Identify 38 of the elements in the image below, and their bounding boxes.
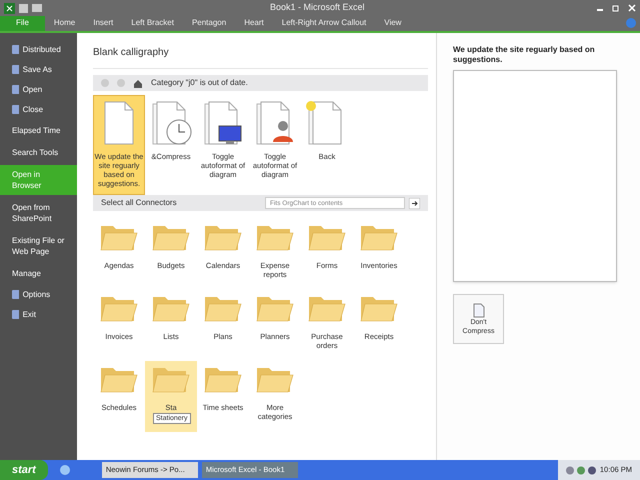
ribbon-tab[interactable]: Home	[44, 15, 84, 31]
command-icon	[12, 65, 19, 74]
restore-icon[interactable]	[612, 4, 620, 12]
sidebar-item[interactable]: Open from SharePoint	[0, 198, 77, 228]
command-icon	[12, 45, 19, 54]
home-icon[interactable]	[133, 78, 143, 88]
ribbon-tab[interactable]: Left Bracket	[122, 15, 183, 31]
preview-title: We update the site reguarly based on suggestions.	[453, 45, 596, 65]
nav-message: Category "j0" is out of date.	[151, 77, 248, 89]
ribbon-tab[interactable]: Left-Right Arrow Callout	[272, 15, 376, 31]
sidebar-item[interactable]: Options	[0, 286, 77, 303]
sidebar-item[interactable]: Exit	[0, 306, 77, 323]
section-title: Blank calligraphy	[93, 45, 428, 69]
start-button[interactable]: start	[0, 460, 48, 480]
ribbon-tab[interactable]: Pentagon	[182, 15, 236, 31]
command-icon	[12, 85, 19, 94]
ribbon-tab[interactable]: File	[0, 15, 45, 31]
command-icon	[12, 290, 19, 299]
sidebar-item[interactable]: Elapsed Time	[0, 121, 77, 140]
command-icon	[12, 310, 19, 319]
sidebar-item[interactable]: Open	[0, 81, 77, 98]
ribbon-tab[interactable]: Insert	[84, 15, 122, 31]
arrow-icon[interactable]	[409, 198, 420, 208]
sidebar-item[interactable]: Manage	[0, 264, 77, 283]
section-title: Select all Connectors	[101, 197, 177, 209]
sidebar-item[interactable]: Search Tools	[0, 143, 77, 162]
tray-icon[interactable]	[566, 466, 596, 474]
sidebar-item[interactable]: Distributed	[0, 41, 77, 58]
sidebar-item[interactable]: Save As	[0, 61, 77, 78]
ribbon-tab[interactable]: View	[375, 15, 410, 31]
ribbon-tab[interactable]: Heart	[235, 15, 273, 31]
command-icon	[12, 105, 19, 114]
close-icon[interactable]	[628, 4, 636, 12]
document-icon	[472, 302, 484, 318]
sidebar-item[interactable]: Close	[0, 101, 77, 118]
spreadsheet-icon	[4, 2, 15, 14]
sidebar-item[interactable]: Existing File or Web Page	[0, 231, 77, 261]
window-title: Book1 - Microsoft Excel	[270, 1, 365, 14]
